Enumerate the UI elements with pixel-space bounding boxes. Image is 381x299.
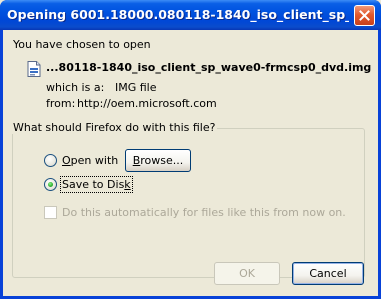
- auto-checkbox[interactable]: [44, 206, 57, 219]
- source-url: http://oem.microsoft.com: [77, 97, 217, 110]
- file-type-value: IMG file: [115, 81, 157, 94]
- close-button[interactable]: [354, 5, 375, 26]
- radio-selected-dot: [48, 182, 53, 187]
- auto-checkbox-label: Do this automatically for files like thi…: [62, 206, 346, 219]
- save-mnemonic: k: [124, 178, 131, 191]
- file-name: ...80118-1840_iso_client_sp_wave0-frmcsp…: [46, 61, 372, 74]
- file-icon: [27, 61, 41, 77]
- close-icon: [359, 10, 370, 21]
- save-to-disk-label[interactable]: Save to Disk: [60, 176, 133, 193]
- window-title: Opening 6001.18000.080118-1840_iso_clien…: [7, 7, 349, 22]
- open-with-mnemonic: O: [62, 154, 71, 167]
- open-with-label[interactable]: Open with: [62, 154, 118, 167]
- save-to-disk-radio[interactable]: [44, 178, 57, 191]
- file-type-label: which is a:: [46, 81, 105, 94]
- browse-label-rest: rowse...: [140, 154, 184, 167]
- save-label-pre: Save to Dis: [62, 178, 125, 191]
- open-with-label-rest: pen with: [70, 154, 119, 167]
- browse-button[interactable]: Browse...: [125, 149, 191, 172]
- title-bar[interactable]: Opening 6001.18000.080118-1840_iso_clien…: [0, 0, 381, 30]
- dialog-body: You have chosen to open ...80118-1840_is…: [3, 30, 378, 296]
- cancel-button[interactable]: Cancel: [292, 262, 364, 285]
- ok-button[interactable]: OK: [214, 262, 280, 285]
- action-group-legend: What should Firefox do with this file?: [11, 121, 218, 134]
- open-with-radio[interactable]: [44, 154, 57, 167]
- intro-text: You have chosen to open: [13, 38, 151, 51]
- dialog-window: Opening 6001.18000.080118-1840_iso_clien…: [0, 0, 381, 299]
- source-label: from:: [46, 97, 76, 110]
